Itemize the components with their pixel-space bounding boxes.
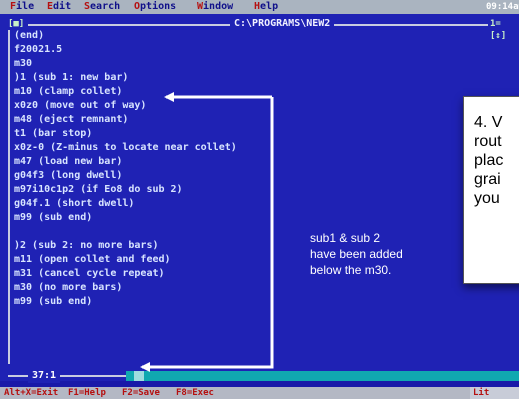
code-line[interactable]: m47 (load new bar)	[14, 155, 122, 168]
menu-bar: File Edit Search Options Window Help 09:…	[0, 0, 519, 14]
code-line[interactable]: g04f.1 (short dwell)	[14, 197, 134, 210]
clock: 09:14am	[486, 2, 519, 12]
edit-mode-indicator: Lit Edit	[470, 387, 519, 399]
code-line[interactable]: m99 (sub end)	[14, 295, 92, 308]
annotation-line: below the m30.	[310, 263, 392, 277]
window-number[interactable]: 1=[↕]	[488, 18, 519, 42]
menu-help[interactable]: Help	[254, 0, 278, 14]
code-line[interactable]: m30	[14, 57, 32, 70]
menu-options[interactable]: Options	[134, 0, 176, 14]
code-line[interactable]: t1 (bar stop)	[14, 127, 92, 140]
save-hint[interactable]: F2=Save	[122, 387, 160, 399]
code-line[interactable]: m10 (clamp collet)	[14, 85, 122, 98]
code-line[interactable]: x0z0 (move out of way)	[14, 99, 146, 112]
code-line[interactable]: g04f3 (long dwell)	[14, 169, 122, 182]
code-line[interactable]: )1 (sub 1: new bar)	[14, 71, 128, 84]
code-line[interactable]: m31 (cancel cycle repeat)	[14, 267, 165, 280]
note-line: rout	[474, 133, 502, 150]
menu-window[interactable]: Window	[197, 0, 233, 14]
window-title: C:\PROGRAMS\NEW2	[230, 18, 335, 30]
editor-window[interactable]: [■] C:\PROGRAMS\NEW2 1=[↕] (end) f20021.…	[0, 14, 519, 383]
note-line: 4. V	[474, 114, 503, 131]
cursor-position: 37:1	[28, 369, 61, 383]
instruction-note: 4. V rout plac grai you	[463, 96, 519, 284]
annotation-text: sub1 & sub 2 have been added below the m…	[310, 230, 415, 278]
code-line[interactable]: m11 (open collet and feed)	[14, 253, 171, 266]
note-line: you	[474, 190, 500, 207]
code-line[interactable]: (end)	[14, 29, 44, 42]
code-line[interactable]: m30 (no more bars)	[14, 281, 122, 294]
window-frame-bottom: 37:1	[8, 369, 519, 383]
menu-search[interactable]: Search	[84, 0, 120, 14]
annotation-line: have been added	[310, 247, 403, 261]
code-line[interactable]: )2 (sub 2: no more bars)	[14, 239, 159, 252]
code-line[interactable]: m97i10c1p2 (if Eo8 do sub 2)	[14, 183, 183, 196]
help-hint[interactable]: F1=Help	[68, 387, 106, 399]
horizontal-scrollbar[interactable]	[126, 371, 519, 381]
code-line[interactable]: m99 (sub end)	[14, 211, 92, 224]
exec-hint[interactable]: F8=Exec	[176, 387, 214, 399]
note-line: plac	[474, 152, 504, 169]
code-line[interactable]: m48 (eject remnant)	[14, 113, 128, 126]
window-frame-left	[8, 24, 10, 364]
note-line: grai	[474, 171, 501, 188]
code-line[interactable]: x0z-0 (Z-minus to locate near collet)	[14, 141, 237, 154]
scrollbar-thumb[interactable]	[134, 371, 144, 381]
menu-edit[interactable]: Edit	[47, 0, 71, 14]
annotation-line: sub1 & sub 2	[310, 231, 381, 245]
code-line[interactable]: f20021.5	[14, 43, 62, 56]
status-bar: Alt+X=Exit F1=Help F2=Save F8=Exec Lit E…	[0, 387, 519, 399]
exit-hint[interactable]: Alt+X=Exit	[4, 387, 58, 399]
menu-file[interactable]: File	[10, 0, 34, 14]
